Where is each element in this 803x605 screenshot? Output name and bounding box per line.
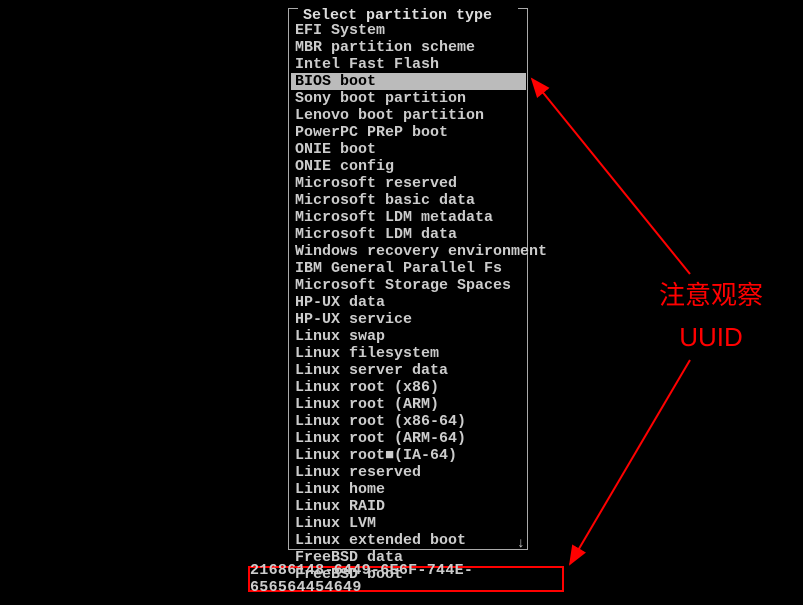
menu-item[interactable]: EFI System bbox=[291, 22, 527, 39]
menu-item[interactable]: Windows recovery environment bbox=[291, 243, 527, 260]
menu-item[interactable]: Linux root■(IA-64) bbox=[291, 447, 527, 464]
menu-item[interactable]: Microsoft Storage Spaces bbox=[291, 277, 527, 294]
menu-item[interactable]: IBM General Parallel Fs bbox=[291, 260, 527, 277]
menu-item[interactable]: Intel Fast Flash bbox=[291, 56, 527, 73]
partition-type-menu: Select partition type EFI SystemMBR part… bbox=[288, 8, 528, 550]
menu-item[interactable]: HP-UX service bbox=[291, 311, 527, 328]
menu-item[interactable]: Microsoft reserved bbox=[291, 175, 527, 192]
menu-title: Select partition type bbox=[299, 7, 496, 24]
menu-item[interactable]: Lenovo boot partition bbox=[291, 107, 527, 124]
menu-item[interactable]: ONIE boot bbox=[291, 141, 527, 158]
menu-item[interactable]: Linux root (ARM) bbox=[291, 396, 527, 413]
annotation-line1: 注意观察 bbox=[659, 274, 763, 316]
uuid-value: 21686148-6449-6E6F-744E-656564454649 bbox=[250, 562, 562, 596]
menu-item[interactable]: BIOS boot bbox=[291, 73, 526, 90]
arrow-to-uuid bbox=[570, 360, 690, 564]
menu-item[interactable]: PowerPC PReP boot bbox=[291, 124, 527, 141]
menu-item[interactable]: Linux root (x86) bbox=[291, 379, 527, 396]
menu-item[interactable]: Linux LVM bbox=[291, 515, 527, 532]
menu-item[interactable]: Linux root (ARM-64) bbox=[291, 430, 527, 447]
menu-items-container: EFI SystemMBR partition schemeIntel Fast… bbox=[289, 8, 527, 583]
menu-item[interactable]: MBR partition scheme bbox=[291, 39, 527, 56]
menu-item[interactable]: ONIE config bbox=[291, 158, 527, 175]
scroll-down-indicator[interactable]: ↓ bbox=[517, 536, 525, 552]
menu-item[interactable]: Linux root (x86-64) bbox=[291, 413, 527, 430]
menu-item[interactable]: Microsoft LDM metadata bbox=[291, 209, 527, 226]
annotation-text: 注意观察 UUID bbox=[659, 274, 763, 358]
arrow-to-selected bbox=[532, 79, 690, 274]
menu-item[interactable]: Microsoft basic data bbox=[291, 192, 527, 209]
menu-item[interactable]: Linux RAID bbox=[291, 498, 527, 515]
menu-item[interactable]: Linux home bbox=[291, 481, 527, 498]
annotation-line2: UUID bbox=[659, 316, 763, 358]
menu-item[interactable]: Linux reserved bbox=[291, 464, 527, 481]
uuid-display: 21686148-6449-6E6F-744E-656564454649 bbox=[248, 566, 564, 592]
menu-item[interactable]: Microsoft LDM data bbox=[291, 226, 527, 243]
menu-item[interactable]: Sony boot partition bbox=[291, 90, 527, 107]
menu-item[interactable]: Linux extended boot bbox=[291, 532, 527, 549]
menu-item[interactable]: Linux server data bbox=[291, 362, 527, 379]
menu-item[interactable]: Linux swap bbox=[291, 328, 527, 345]
menu-item[interactable]: HP-UX data bbox=[291, 294, 527, 311]
menu-item[interactable]: Linux filesystem bbox=[291, 345, 527, 362]
